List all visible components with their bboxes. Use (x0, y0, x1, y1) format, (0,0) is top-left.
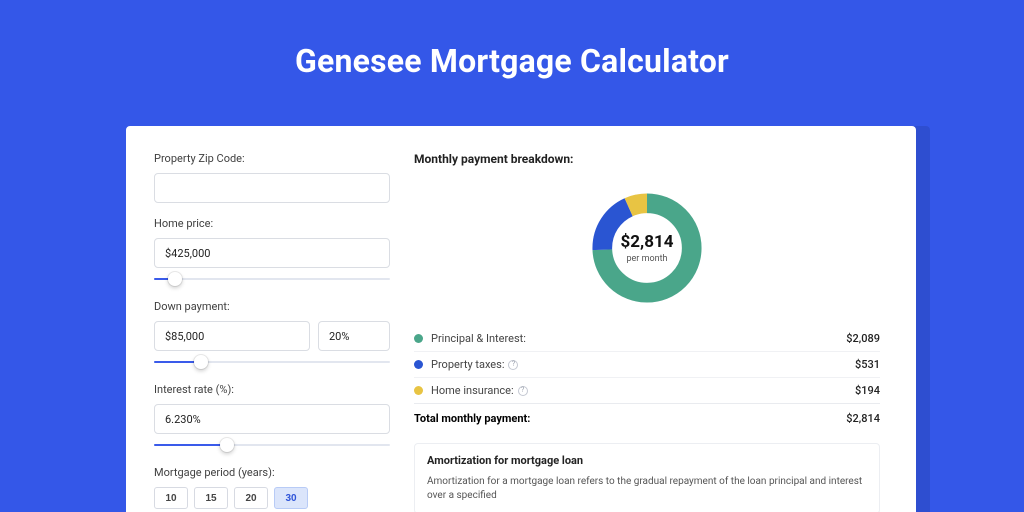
legend-row-1: Property taxes:? $531 (414, 351, 880, 377)
zip-field: Property Zip Code: (154, 152, 390, 203)
period-button-15[interactable]: 15 (194, 487, 228, 509)
legend-label: Principal & Interest: (431, 332, 526, 345)
legend-value: $194 (855, 384, 880, 397)
interest-rate-field: Interest rate (%): (154, 383, 390, 452)
legend-row-0: Principal & Interest: $2,089 (414, 326, 880, 351)
period-button-20[interactable]: 20 (234, 487, 268, 509)
total-label: Total monthly payment: (414, 412, 530, 425)
home-price-label: Home price: (154, 217, 390, 230)
home-price-input[interactable] (154, 238, 390, 268)
interest-rate-label: Interest rate (%): (154, 383, 390, 396)
down-payment-field: Down payment: (154, 300, 390, 369)
yellow-dot-icon (414, 386, 423, 395)
info-icon[interactable]: ? (508, 360, 518, 370)
legend-value: $531 (855, 358, 880, 371)
amortization-title: Amortization for mortgage loan (427, 454, 867, 467)
legend: Principal & Interest: $2,089 Property taxe… (414, 326, 880, 403)
breakdown-title: Monthly payment breakdown: (414, 152, 880, 166)
inputs-column: Property Zip Code: Home price: Down paym… (154, 152, 390, 512)
donut-sub: per month (626, 254, 667, 264)
legend-label: Home insurance:? (431, 384, 528, 397)
down-payment-slider[interactable] (154, 355, 390, 369)
period-button-30[interactable]: 30 (274, 487, 308, 509)
info-icon[interactable]: ? (518, 386, 528, 396)
breakdown-column: Monthly payment breakdown: $2,814 per mo… (414, 152, 880, 512)
interest-rate-slider[interactable] (154, 438, 390, 452)
zip-input[interactable] (154, 173, 390, 203)
zip-label: Property Zip Code: (154, 152, 390, 165)
page-title: Genesee Mortgage Calculator (0, 0, 1024, 80)
interest-rate-input[interactable] (154, 404, 390, 434)
page-background: Genesee Mortgage Calculator Property Zip… (0, 0, 1024, 512)
home-price-slider[interactable] (154, 272, 390, 286)
legend-value: $2,089 (846, 332, 880, 345)
amortization-box: Amortization for mortgage loan Amortizat… (414, 443, 880, 512)
legend-label: Property taxes:? (431, 358, 518, 371)
home-price-field: Home price: (154, 217, 390, 286)
total-row: Total monthly payment: $2,814 (414, 403, 880, 425)
blue-dot-icon (414, 360, 423, 369)
donut-center: $2,814 per month (588, 189, 706, 307)
period-button-10[interactable]: 10 (154, 487, 188, 509)
mortgage-period-label: Mortgage period (years): (154, 466, 390, 479)
payment-donut-chart: $2,814 per month (588, 189, 706, 307)
down-payment-input[interactable] (154, 321, 310, 351)
total-value: $2,814 (846, 412, 880, 425)
mortgage-period-field: Mortgage period (years): 10 15 20 30 (154, 466, 390, 509)
amortization-text: Amortization for a mortgage loan refers … (427, 475, 867, 503)
calculator-card: Property Zip Code: Home price: Down paym… (126, 126, 916, 512)
down-payment-pct-input[interactable] (318, 321, 390, 351)
legend-row-2: Home insurance:? $194 (414, 377, 880, 403)
down-payment-label: Down payment: (154, 300, 390, 313)
donut-chart-area: $2,814 per month (414, 178, 880, 318)
donut-amount: $2,814 (621, 232, 674, 252)
green-dot-icon (414, 334, 423, 343)
